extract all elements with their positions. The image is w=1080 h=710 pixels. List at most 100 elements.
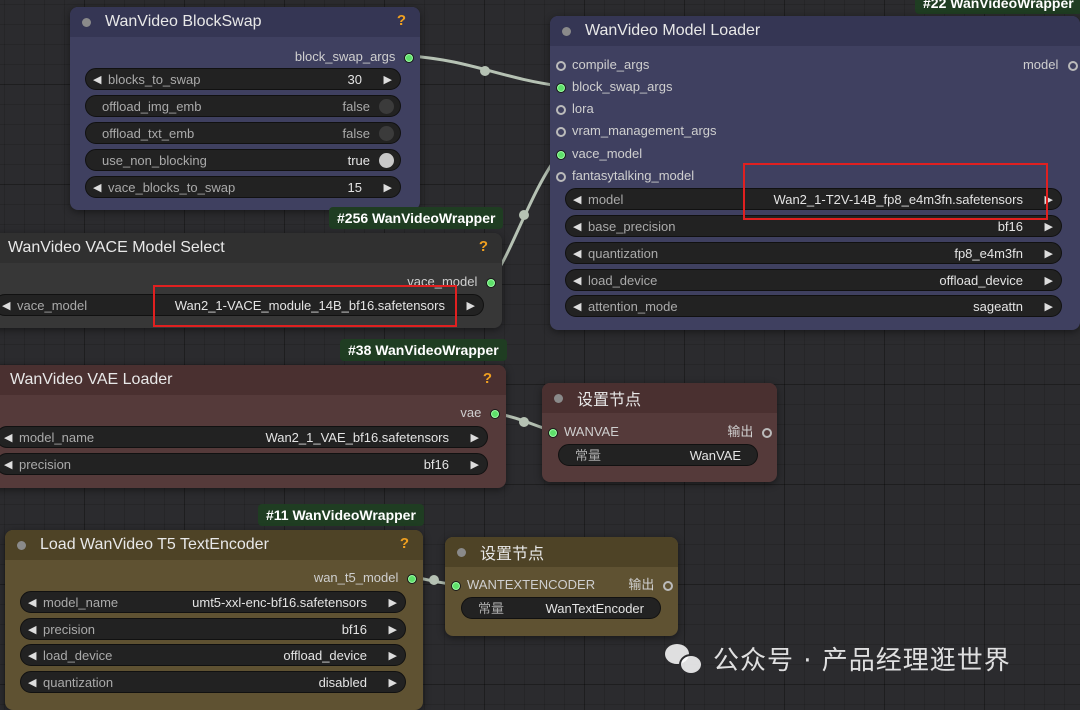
help-icon[interactable]: ?	[397, 12, 406, 29]
prev-arrow-icon[interactable]: ◀	[573, 243, 581, 265]
output-dot-icon[interactable]	[407, 573, 417, 584]
input-dot-icon[interactable]	[556, 126, 566, 137]
input-dot-icon[interactable]	[556, 171, 566, 182]
next-arrow-icon[interactable]: ▶	[471, 454, 479, 476]
node-header[interactable]: WanVideo VAE Loader ?	[0, 365, 506, 395]
combo-quantization[interactable]: ◀ quantization fp8_e4m3fn ▶	[565, 242, 1062, 264]
output-dot-icon[interactable]	[762, 427, 772, 438]
node-header[interactable]: Load WanVideo T5 TextEncoder ?	[5, 530, 423, 560]
prev-arrow-icon[interactable]: ◀	[28, 619, 36, 641]
collapse-dot-icon[interactable]	[562, 26, 571, 36]
help-icon[interactable]: ?	[479, 238, 488, 255]
widget-vace-blocks-to-swap[interactable]: ◀ vace_blocks_to_swap 15 ▶	[85, 176, 401, 198]
next-arrow-icon[interactable]: ▶	[389, 672, 397, 694]
toggle-offload-txt-emb[interactable]: offload_txt_emb false	[85, 122, 401, 144]
decrement-arrow-icon[interactable]: ◀	[93, 69, 101, 91]
output-slot-output[interactable]: 输出	[727, 423, 772, 441]
next-arrow-icon[interactable]: ▶	[1045, 243, 1053, 265]
decrement-arrow-icon[interactable]: ◀	[93, 177, 101, 199]
input-slot-fantasytalking-model[interactable]: fantasytalking_model	[556, 167, 694, 185]
output-dot-icon[interactable]	[486, 277, 496, 288]
combo-load-device[interactable]: ◀ load_device offload_device ▶	[20, 644, 406, 666]
combo-precision[interactable]: ◀ precision bf16 ▶	[0, 453, 488, 475]
increment-arrow-icon[interactable]: ▶	[384, 69, 392, 91]
next-arrow-icon[interactable]: ▶	[389, 619, 397, 641]
prev-arrow-icon[interactable]: ◀	[573, 296, 581, 318]
input-slot-lora[interactable]: lora	[556, 100, 594, 118]
output-dot-icon[interactable]	[404, 52, 414, 63]
prev-arrow-icon[interactable]: ◀	[573, 189, 581, 211]
input-slot-vram-management-args[interactable]: vram_management_args	[556, 122, 717, 140]
node-vae-loader[interactable]: WanVideo VAE Loader ? vae ◀ model_name W…	[0, 365, 506, 488]
node-header[interactable]: WanVideo Model Loader	[550, 16, 1080, 46]
output-slot-wan-t5-model[interactable]: wan_t5_model	[314, 569, 417, 587]
input-dot-icon[interactable]	[548, 427, 558, 438]
collapse-dot-icon[interactable]	[457, 547, 466, 557]
input-slot-compile-args[interactable]: compile_args	[556, 56, 649, 74]
input-slot-vace-model[interactable]: vace_model	[556, 145, 642, 163]
input-dot-icon[interactable]	[556, 60, 566, 71]
node-header[interactable]: 设置节点	[542, 383, 777, 413]
toggle-knob-icon[interactable]	[379, 126, 394, 141]
text-const-wantextencoder[interactable]: 常量 WanTextEncoder	[461, 597, 661, 619]
input-slot-wantextencoder[interactable]: WANTEXTENCODER	[451, 576, 595, 594]
prev-arrow-icon[interactable]: ◀	[4, 427, 12, 449]
node-tag: #38 WanVideoWrapper	[340, 339, 507, 361]
output-dot-icon[interactable]	[663, 580, 673, 591]
combo-load-device[interactable]: ◀ load_device offload_device ▶	[565, 269, 1062, 291]
node-t5-loader[interactable]: Load WanVideo T5 TextEncoder ? wan_t5_mo…	[5, 530, 423, 710]
help-icon[interactable]: ?	[483, 370, 492, 387]
increment-arrow-icon[interactable]: ▶	[384, 177, 392, 199]
input-slot-block-swap-args[interactable]: block_swap_args	[556, 78, 672, 96]
node-set-text-encoder[interactable]: 设置节点 WANTEXTENCODER 输出 常量 WanTextEncoder	[445, 537, 678, 636]
widget-label: 常量	[478, 601, 505, 616]
combo-quantization[interactable]: ◀ quantization disabled ▶	[20, 671, 406, 693]
help-icon[interactable]: ?	[400, 535, 409, 552]
prev-arrow-icon[interactable]: ◀	[28, 645, 36, 667]
combo-model-name[interactable]: ◀ model_name umt5-xxl-enc-bf16.safetenso…	[20, 591, 406, 613]
input-dot-icon[interactable]	[451, 580, 461, 591]
next-arrow-icon[interactable]: ▶	[1045, 296, 1053, 318]
combo-model-name[interactable]: ◀ model_name Wan2_1_VAE_bf16.safetensors…	[0, 426, 488, 448]
widget-label: offload_txt_emb	[102, 126, 195, 141]
collapse-dot-icon[interactable]	[17, 540, 26, 550]
toggle-knob-icon[interactable]	[379, 99, 394, 114]
prev-arrow-icon[interactable]: ◀	[2, 295, 10, 317]
prev-arrow-icon[interactable]: ◀	[573, 216, 581, 238]
input-dot-icon[interactable]	[556, 149, 566, 160]
next-arrow-icon[interactable]: ▶	[467, 295, 475, 317]
toggle-use-non-blocking[interactable]: use_non_blocking true	[85, 149, 401, 171]
output-slot-vae[interactable]: vae	[460, 404, 500, 422]
toggle-offload-img-emb[interactable]: offload_img_emb false	[85, 95, 401, 117]
highlight-box-vace-model	[153, 285, 457, 327]
next-arrow-icon[interactable]: ▶	[1045, 270, 1053, 292]
collapse-dot-icon[interactable]	[82, 17, 91, 27]
combo-attention-mode[interactable]: ◀ attention_mode sageattn ▶	[565, 295, 1062, 317]
output-dot-icon[interactable]	[490, 408, 500, 419]
collapse-dot-icon[interactable]	[554, 393, 563, 403]
next-arrow-icon[interactable]: ▶	[471, 427, 479, 449]
output-dot-icon[interactable]	[1068, 60, 1078, 71]
text-const-wanvae[interactable]: 常量 WanVAE	[558, 444, 758, 466]
output-slot-output[interactable]: 输出	[628, 576, 673, 594]
prev-arrow-icon[interactable]: ◀	[4, 454, 12, 476]
node-header[interactable]: 设置节点	[445, 537, 678, 567]
widget-label: vace_blocks_to_swap	[108, 180, 236, 195]
prev-arrow-icon[interactable]: ◀	[28, 592, 36, 614]
output-slot-block-swap-args[interactable]: block_swap_args	[295, 48, 414, 66]
node-header[interactable]: WanVideo BlockSwap ?	[70, 7, 420, 37]
input-dot-icon[interactable]	[556, 104, 566, 115]
next-arrow-icon[interactable]: ▶	[389, 645, 397, 667]
combo-precision[interactable]: ◀ precision bf16 ▶	[20, 618, 406, 640]
node-set-vae[interactable]: 设置节点 WANVAE 输出 常量 WanVAE	[542, 383, 777, 482]
widget-blocks-to-swap[interactable]: ◀ blocks_to_swap 30 ▶	[85, 68, 401, 90]
input-slot-wanvae[interactable]: WANVAE	[548, 423, 619, 441]
next-arrow-icon[interactable]: ▶	[389, 592, 397, 614]
output-slot-model[interactable]: model	[1023, 56, 1078, 74]
input-dot-icon[interactable]	[556, 82, 566, 93]
node-blockswap[interactable]: WanVideo BlockSwap ? block_swap_args ◀ b…	[70, 7, 420, 210]
prev-arrow-icon[interactable]: ◀	[28, 672, 36, 694]
node-header[interactable]: WanVideo VACE Model Select ?	[0, 233, 502, 263]
toggle-knob-icon[interactable]	[379, 153, 394, 168]
prev-arrow-icon[interactable]: ◀	[573, 270, 581, 292]
